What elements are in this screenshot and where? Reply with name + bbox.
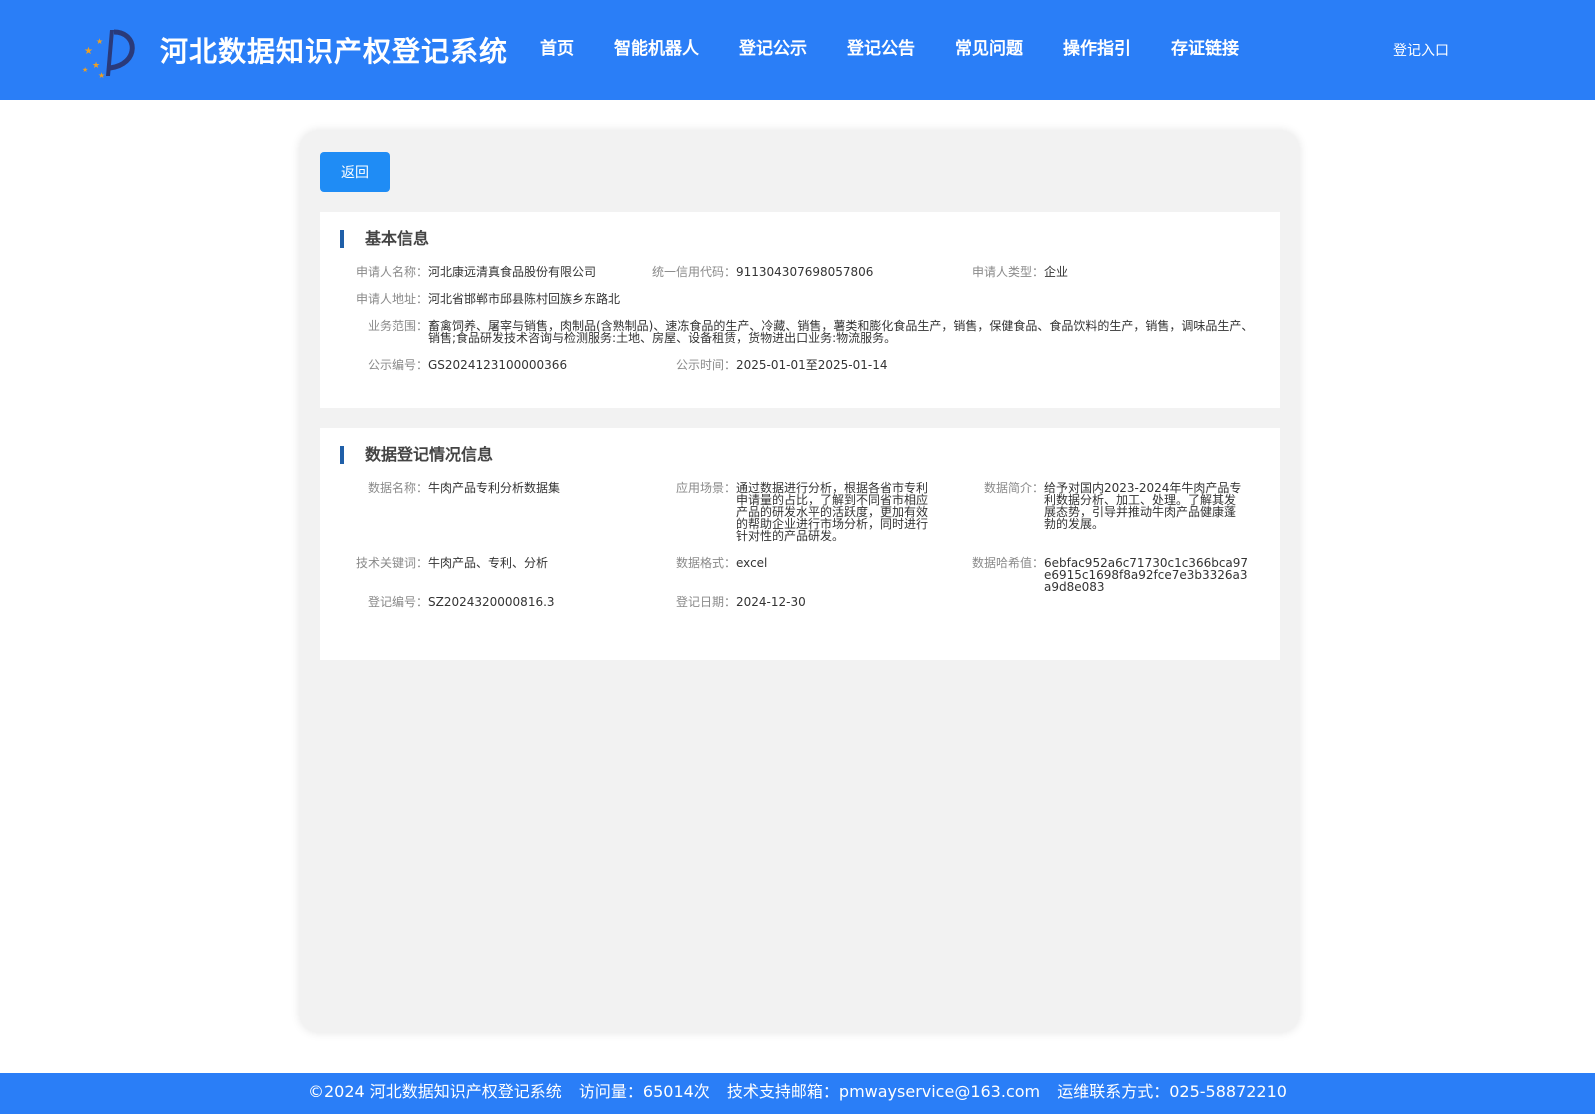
data-intro-value: 给予对国内2023-2024年牛肉产品专利数据分析、加工、处理。了解其发展态势，…	[1044, 481, 1242, 531]
data-intro-label: 数据简介：	[983, 481, 1044, 495]
data-format-field: 数据格式： excel	[633, 557, 767, 569]
applicant-type-field: 申请人类型： 企业	[960, 266, 1068, 278]
detail-panel: 返回 基本信息 申请人名称： 河北康远清真食品股份有限公司 统一信用代码： 91…	[300, 131, 1299, 1032]
site-logo-icon: ★ ★ ★ ★ ★	[82, 29, 135, 80]
keywords-label: 技术关键词：	[355, 556, 428, 570]
back-button[interactable]: 返回	[320, 152, 390, 192]
data-name-value: 牛肉产品专利分析数据集	[428, 481, 561, 495]
nav-guide[interactable]: 操作指引	[1063, 34, 1131, 59]
reg-date-value: 2024-12-30	[736, 595, 806, 609]
nav-evidence-link[interactable]: 存证链接	[1171, 34, 1239, 59]
top-header: ★ ★ ★ ★ ★ 河北数据知识产权登记系统 首页 智能机器人 登记公示 登记公…	[0, 0, 1595, 100]
data-format-value: excel	[736, 556, 768, 570]
address-value: 河北省邯郸市邱县陈村回族乡东路北	[428, 292, 621, 306]
notice-no-label: 公示编号：	[367, 358, 428, 372]
svg-text:★: ★	[84, 46, 93, 57]
scenario-label: 应用场景：	[675, 481, 736, 495]
keywords-field: 技术关键词： 牛肉产品、专利、分析	[340, 557, 548, 569]
main-nav: 首页 智能机器人 登记公示 登记公告 常见问题 操作指引 存证链接	[540, 34, 1279, 59]
reg-no-field: 登记编号： SZ2024320000816.3	[340, 596, 555, 608]
footer-email: 技术支持邮箱：pmwayservice@163.com	[726, 1082, 1041, 1101]
nav-announcement[interactable]: 登记公告	[847, 34, 915, 59]
notice-time-field: 公示时间： 2025-01-01至2025-01-14	[633, 358, 888, 372]
reg-date-label: 登记日期：	[675, 595, 736, 609]
business-scope-label: 业务范围：	[367, 319, 428, 333]
address-label: 申请人地址：	[355, 292, 428, 306]
login-link[interactable]: 登记入口	[1393, 40, 1449, 60]
reg-no-label: 登记编号：	[367, 595, 428, 609]
notice-time-value: 2025-01-01至2025-01-14	[736, 358, 888, 372]
applicant-name-field: 申请人名称： 河北康远清真食品股份有限公司	[340, 266, 596, 278]
data-hash-value: 6ebfac952a6c71730c1c366bca97e6915c1698f8…	[1044, 556, 1249, 594]
footer-visits: 访问量：65014次	[578, 1082, 710, 1101]
data-hash-field: 数据哈希值： 6ebfac952a6c71730c1c366bca97e6915…	[960, 557, 1249, 593]
credit-code-label: 统一信用代码：	[651, 265, 736, 279]
keywords-value: 牛肉产品、专利、分析	[428, 556, 549, 570]
nav-home[interactable]: 首页	[540, 34, 574, 59]
data-format-label: 数据格式：	[675, 556, 736, 570]
applicant-name-value: 河北康远清真食品股份有限公司	[428, 265, 597, 279]
svg-text:★: ★	[96, 37, 103, 46]
site-title[interactable]: 河北数据知识产权登记系统	[160, 30, 508, 70]
page-footer: ©2024 河北数据知识产权登记系统 访问量：65014次 技术支持邮箱：pmw…	[0, 1073, 1595, 1114]
reg-no-value: SZ2024320000816.3	[428, 595, 555, 609]
scenario-value: 通过数据进行分析，根据各省市专利申请量的占比，了解到不同省市相应产品的研发水平的…	[736, 481, 929, 543]
basic-info-card: 基本信息 申请人名称： 河北康远清真食品股份有限公司 统一信用代码： 91130…	[320, 212, 1280, 408]
svg-text:★: ★	[98, 71, 105, 80]
footer-contact: 运维联系方式：025-58872210	[1057, 1082, 1287, 1101]
basic-info-title: 基本信息	[340, 230, 429, 248]
registration-info-card: 数据登记情况信息 数据名称： 牛肉产品专利分析数据集 应用场景： 通过数据进行分…	[320, 428, 1280, 660]
data-intro-field: 数据简介： 给予对国内2023-2024年牛肉产品专利数据分析、加工、处理。了解…	[960, 482, 1242, 530]
footer-copyright: ©2024 河北数据知识产权登记系统	[308, 1082, 562, 1101]
notice-no-value: GS2024123100000366	[428, 358, 568, 372]
scenario-field: 应用场景： 通过数据进行分析，根据各省市专利申请量的占比，了解到不同省市相应产品…	[633, 482, 930, 542]
svg-text:★: ★	[92, 61, 100, 71]
credit-code-value: 911304307698057806	[736, 265, 874, 279]
svg-text:★: ★	[82, 66, 88, 74]
notice-no-field: 公示编号： GS2024123100000366	[340, 359, 567, 371]
nav-publicity[interactable]: 登记公示	[739, 34, 807, 59]
nav-robot[interactable]: 智能机器人	[614, 34, 699, 59]
business-scope-field: 业务范围： 畜禽饲养、屠宰与销售，肉制品(含熟制品)、速冻食品的生产、冷藏、销售…	[340, 320, 1254, 344]
data-name-label: 数据名称：	[367, 481, 428, 495]
registration-info-title: 数据登记情况信息	[340, 446, 493, 464]
business-scope-value: 畜禽饲养、屠宰与销售，肉制品(含熟制品)、速冻食品的生产、冷藏、销售，薯类和膨化…	[428, 319, 1254, 345]
credit-code-field: 统一信用代码： 911304307698057806	[633, 266, 873, 278]
applicant-type-value: 企业	[1044, 265, 1069, 279]
data-hash-label: 数据哈希值：	[971, 556, 1044, 570]
applicant-type-label: 申请人类型：	[971, 265, 1044, 279]
applicant-name-label: 申请人名称：	[355, 265, 428, 279]
nav-faq[interactable]: 常见问题	[955, 34, 1023, 59]
address-field: 申请人地址： 河北省邯郸市邱县陈村回族乡东路北	[340, 293, 620, 305]
reg-date-field: 登记日期： 2024-12-30	[633, 596, 806, 608]
data-name-field: 数据名称： 牛肉产品专利分析数据集	[340, 482, 560, 494]
notice-time-label: 公示时间：	[675, 358, 736, 372]
